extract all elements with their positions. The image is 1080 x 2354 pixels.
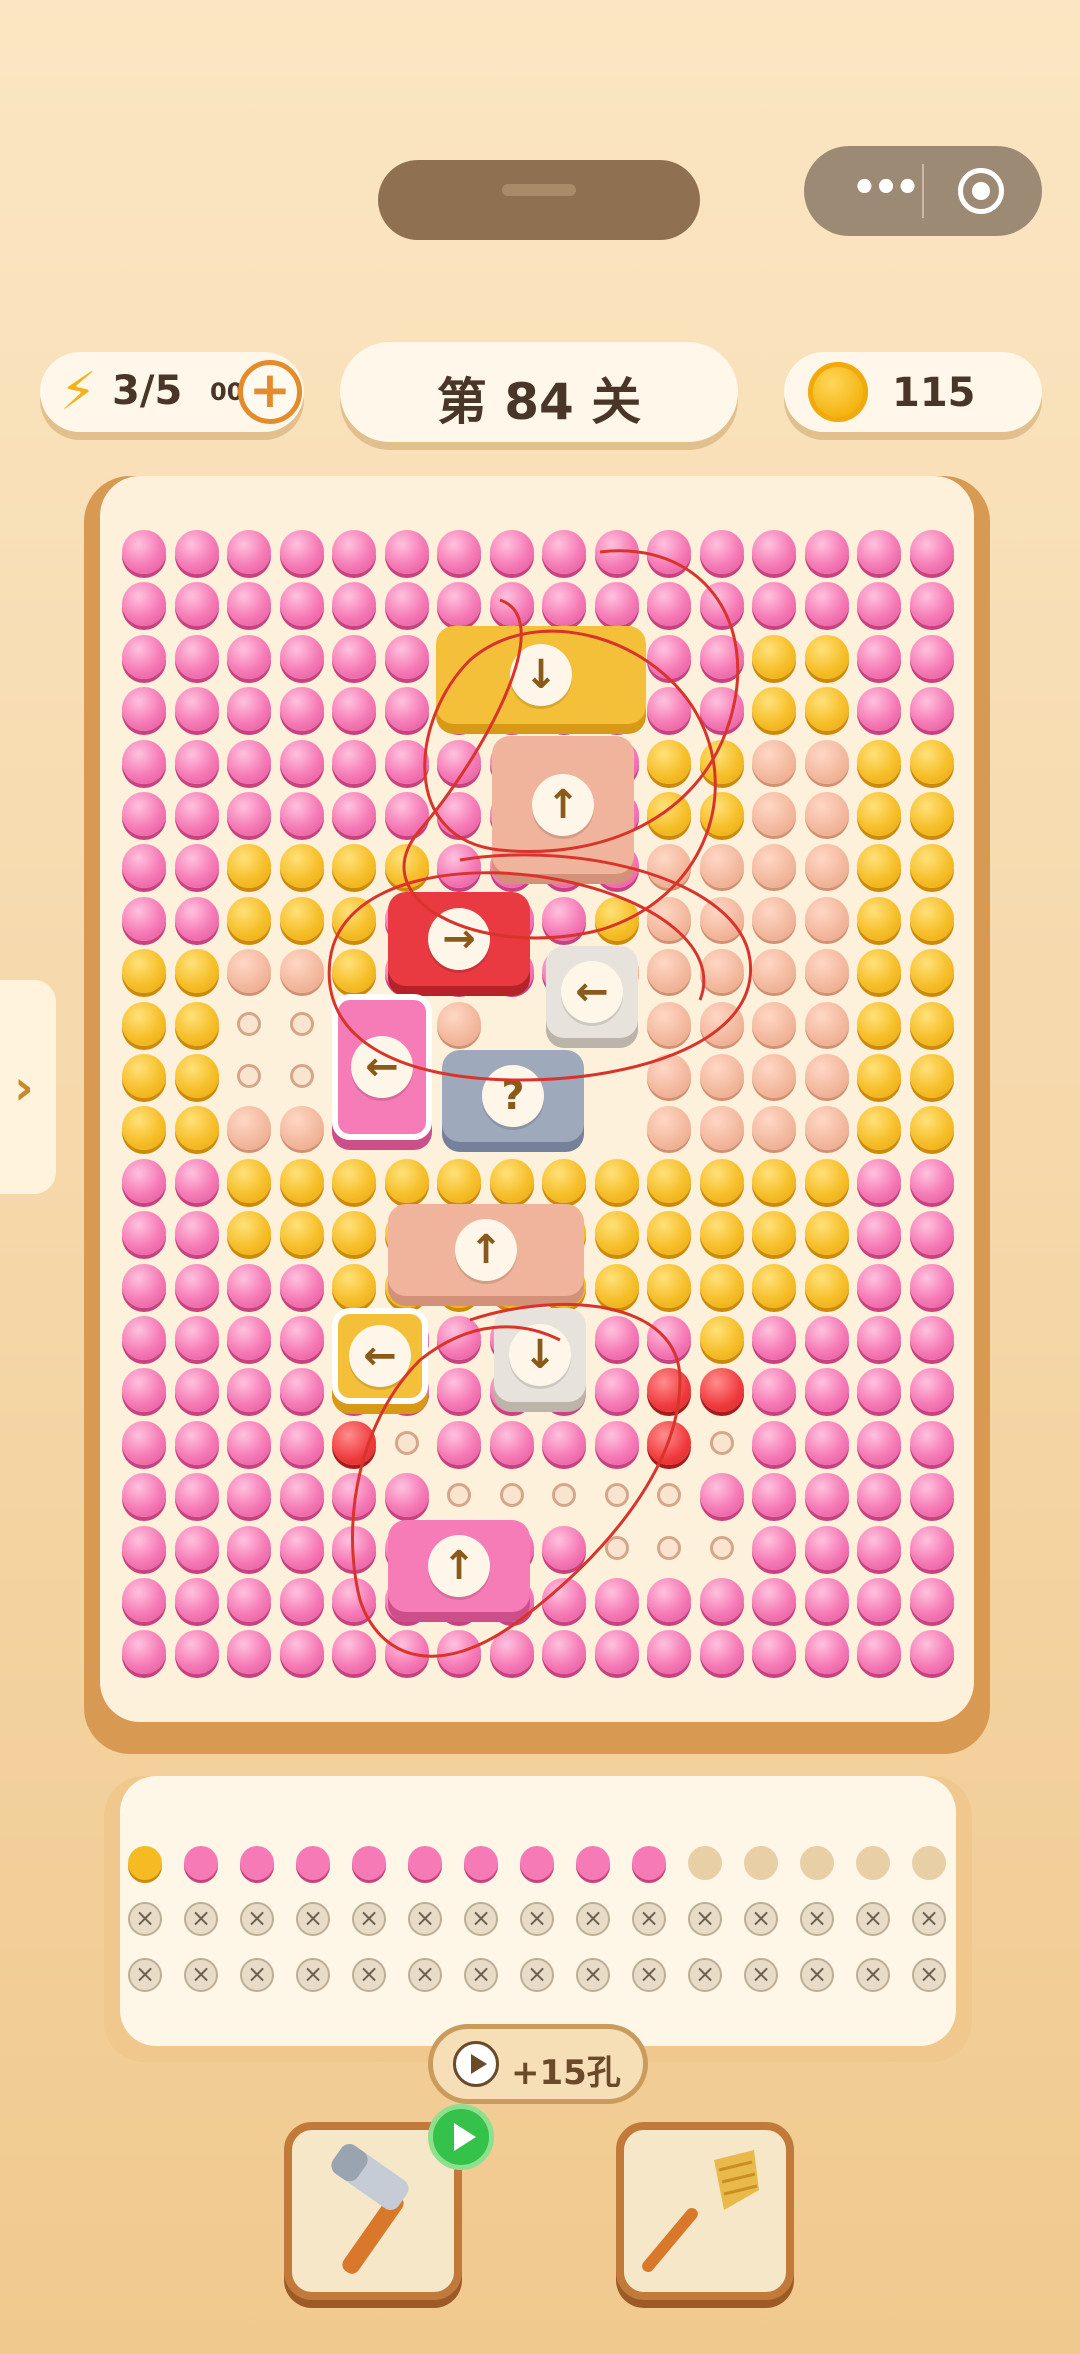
tray-pink-peg — [464, 1846, 498, 1880]
scribble-top — [402, 549, 740, 940]
scribble-middle — [327, 853, 753, 1082]
tray-empty-slot — [856, 1846, 890, 1880]
tray-locked-slot: × — [688, 1902, 722, 1936]
tray-pink-peg — [352, 1846, 386, 1880]
tray-yellow-peg — [128, 1846, 162, 1880]
watch-ad-add-holes-button[interactable]: +15孔 — [428, 2024, 648, 2104]
video-badge-icon[interactable] — [428, 2104, 494, 2170]
tray-locked-slot: × — [408, 1958, 442, 1992]
tray-locked-slot: × — [632, 1958, 666, 1992]
tray-locked-slot: × — [912, 1958, 946, 1992]
tray-locked-slot: × — [520, 1902, 554, 1936]
tray-locked-slot: × — [352, 1958, 386, 1992]
tray-pink-peg — [408, 1846, 442, 1880]
tray-locked-slot: × — [520, 1958, 554, 1992]
tray-locked-slot: × — [296, 1902, 330, 1936]
tray-pink-peg — [632, 1846, 666, 1880]
tray-locked-slot: × — [128, 1958, 162, 1992]
hammer-icon — [331, 2144, 409, 2274]
tray-locked-slot: × — [744, 1902, 778, 1936]
tray-empty-slot — [744, 1846, 778, 1880]
tray-locked-slot: × — [240, 1902, 274, 1936]
tray-locked-slot: × — [184, 1958, 218, 1992]
tray-locked-slot: × — [800, 1902, 834, 1936]
tray-locked-slot: × — [856, 1958, 890, 1992]
tray-locked-slot: × — [408, 1902, 442, 1936]
tray-locked-slot: × — [856, 1902, 890, 1936]
broom-icon — [642, 2150, 759, 2273]
tray-locked-slot: × — [464, 1958, 498, 1992]
broom-tool-button[interactable] — [616, 2122, 794, 2300]
tray-locked-slot: × — [800, 1958, 834, 1992]
play-icon — [453, 2041, 499, 2087]
tray-pink-peg — [520, 1846, 554, 1880]
tray-locked-slot: × — [688, 1958, 722, 1992]
tray-pink-peg — [576, 1846, 610, 1880]
tray-locked-slot: × — [464, 1902, 498, 1936]
tray-locked-slot: × — [240, 1958, 274, 1992]
tray-locked-slot: × — [632, 1902, 666, 1936]
tray-pink-peg — [240, 1846, 274, 1880]
tray-locked-slot: × — [912, 1902, 946, 1936]
tray-locked-slot: × — [128, 1902, 162, 1936]
tray-locked-slot: × — [576, 1902, 610, 1936]
tray-empty-slot — [912, 1846, 946, 1880]
tray-locked-slot: × — [296, 1958, 330, 1992]
tray-pink-peg — [184, 1846, 218, 1880]
tray-locked-slot: × — [576, 1958, 610, 1992]
tray-empty-slot — [800, 1846, 834, 1880]
tray-pink-peg — [296, 1846, 330, 1880]
scribble-bottom — [351, 1302, 682, 1658]
ad-button-label: +15孔 — [511, 2053, 621, 2093]
tray-locked-slot: × — [184, 1902, 218, 1936]
tray-locked-slot: × — [352, 1902, 386, 1936]
tray-empty-slot — [688, 1846, 722, 1880]
tray-locked-slot: × — [744, 1958, 778, 1992]
